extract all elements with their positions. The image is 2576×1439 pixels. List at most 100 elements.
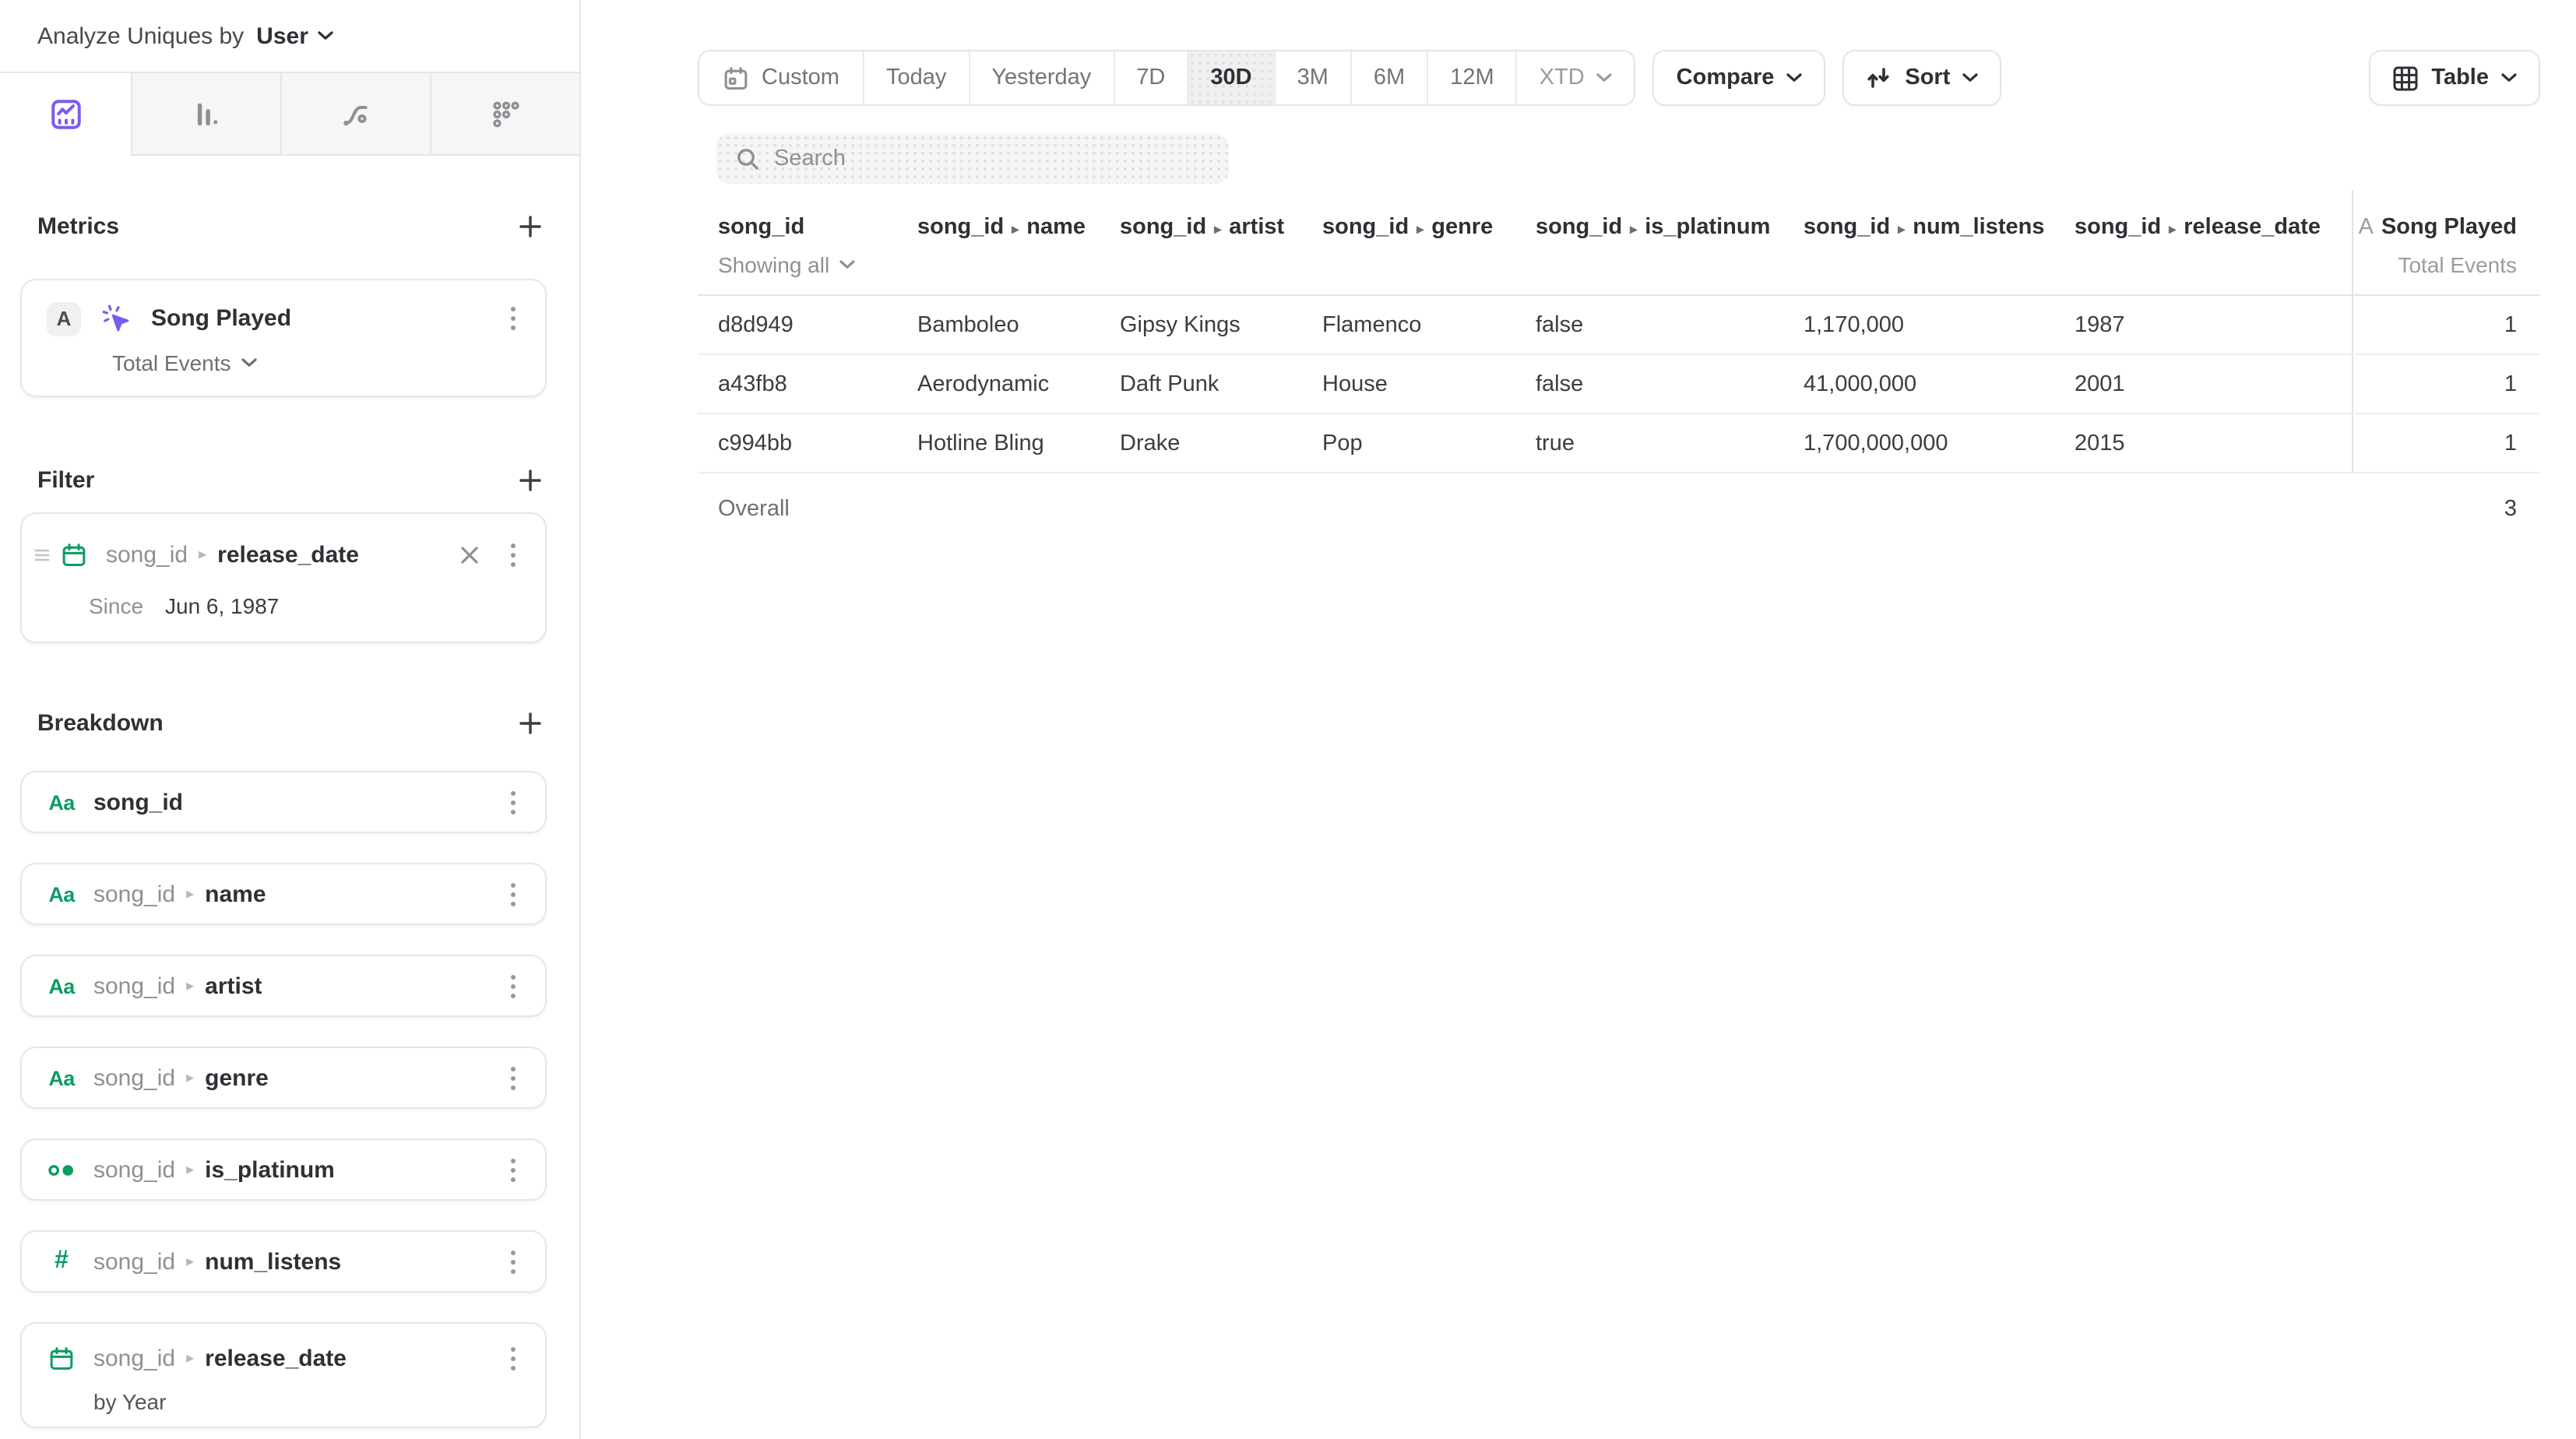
metric-header-letter: A xyxy=(2359,215,2374,240)
column-header-metric[interactable]: ASong Played Total Events xyxy=(2352,190,2540,294)
date-range-custom[interactable]: Custom xyxy=(699,51,863,104)
cell-song_id-num_listens: 1,700,000,000 xyxy=(1804,431,2075,456)
metric-card[interactable]: A Song Played Total Events xyxy=(20,279,547,397)
column-header-song_id-artist[interactable]: song_id▸artist xyxy=(1120,190,1322,294)
insights-icon xyxy=(48,96,83,132)
breakdown-menu-button[interactable] xyxy=(503,1244,523,1279)
overall-value: 3 xyxy=(2352,473,2540,545)
header-text: genre xyxy=(1431,215,1493,240)
date-range-6m[interactable]: 6M xyxy=(1350,51,1427,104)
date-range-12m[interactable]: 12M xyxy=(1427,51,1515,104)
cell-metric-value: 1 xyxy=(2352,414,2540,472)
column-header-song_id-num_listens[interactable]: song_id▸num_listens xyxy=(1804,190,2075,294)
showing-all-dropdown[interactable]: Showing all xyxy=(718,252,917,277)
breakdown-card-num_listens[interactable]: #song_id▸num_listens xyxy=(20,1230,547,1293)
search-box[interactable] xyxy=(716,134,1229,184)
remove-filter-button[interactable] xyxy=(455,540,484,570)
table-row: c994bbHotline BlingDrakePoptrue1,700,000… xyxy=(698,414,2540,473)
breakdown-property: Aasong_id▸genre xyxy=(47,1060,523,1096)
column-header-song_id-name[interactable]: song_id▸name xyxy=(917,190,1120,294)
breakdown-card-artist[interactable]: Aasong_id▸artist xyxy=(20,955,547,1017)
header-text: artist xyxy=(1229,215,1284,240)
breakdown-card-genre[interactable]: Aasong_id▸genre xyxy=(20,1047,547,1109)
breakdown-card-song_id[interactable]: Aasong_id xyxy=(20,771,547,833)
add-filter-button[interactable] xyxy=(519,468,542,491)
date-range-today[interactable]: Today xyxy=(863,51,968,104)
column-header-song_id[interactable]: song_id Showing all xyxy=(698,190,917,294)
breakdown-menu-button[interactable] xyxy=(503,876,523,912)
tab-bars[interactable] xyxy=(131,73,280,156)
breakdown-property: song_id▸is_platinum xyxy=(47,1152,523,1187)
tab-insights[interactable] xyxy=(0,73,131,156)
column-header-label: song_id▸artist xyxy=(1120,215,1322,240)
add-breakdown-button[interactable] xyxy=(519,711,542,734)
filter-operator-dropdown[interactable]: Since xyxy=(89,593,165,618)
tab-retention[interactable] xyxy=(430,73,579,156)
drag-handle-icon[interactable] xyxy=(34,548,50,562)
column-header-song_id-is_platinum[interactable]: song_id▸is_platinum xyxy=(1536,190,1804,294)
overall-label: Overall xyxy=(698,497,917,522)
column-header-label: song_id xyxy=(718,215,917,240)
query-builder-sidebar: Analyze Uniques by User Metrics A Song P… xyxy=(0,0,581,1439)
date-range-xtd[interactable]: XTD xyxy=(1516,51,1635,104)
date-range-7d[interactable]: 7D xyxy=(1113,51,1187,104)
filter-property-name: release_date xyxy=(217,542,359,568)
filter-condition-row: Since Jun 6, 1987 xyxy=(89,593,523,618)
date-range-30d[interactable]: 30D xyxy=(1187,51,1273,104)
chevron-down-icon xyxy=(1786,73,1802,83)
breakdown-list: Aasong_idAasong_id▸nameAasong_id▸artistA… xyxy=(0,771,579,1428)
property-type-text-icon: Aa xyxy=(47,790,76,814)
breakdown-menu-button[interactable] xyxy=(503,1060,523,1096)
analyze-entity-dropdown[interactable]: User xyxy=(256,23,333,49)
breakdown-card-is_platinum[interactable]: song_id▸is_platinum xyxy=(20,1138,547,1201)
filter-value[interactable]: Jun 6, 1987 xyxy=(165,593,279,618)
search-input[interactable] xyxy=(774,146,1210,171)
cell-metric-value: 1 xyxy=(2352,296,2540,354)
breakdown-card-name[interactable]: Aasong_id▸name xyxy=(20,863,547,925)
breakdown-card-release_date[interactable]: song_id▸release_dateby Year xyxy=(20,1322,547,1428)
breakdown-menu-button[interactable] xyxy=(503,968,523,1004)
add-metric-button[interactable] xyxy=(519,214,542,237)
chevron-down-icon xyxy=(318,31,333,40)
date-range-3m[interactable]: 3M xyxy=(1274,51,1350,104)
date-range-label: 3M xyxy=(1297,65,1328,90)
compare-button[interactable]: Compare xyxy=(1653,50,1826,106)
filter-card[interactable]: song_id ▸ release_date Since Jun 6, 1987 xyxy=(20,512,547,643)
property-arrow-icon: ▸ xyxy=(1416,221,1423,237)
date-range-label: XTD xyxy=(1540,65,1585,90)
property-arrow-icon: ▸ xyxy=(186,1350,194,1367)
breakdown-menu-button[interactable] xyxy=(503,784,523,820)
cell-song_id-num_listens: 41,000,000 xyxy=(1804,371,2075,396)
analyze-entity-value: User xyxy=(256,23,308,49)
cell-song_id-is_platinum: false xyxy=(1536,312,1804,337)
breakdown-menu-button[interactable] xyxy=(503,1341,523,1377)
breakdown-bucket-label: by Year xyxy=(93,1389,523,1414)
column-header-song_id-release_date[interactable]: song_id▸release_date xyxy=(2075,190,2352,294)
header-text: song_id xyxy=(1322,215,1409,240)
property-arrow-icon: ▸ xyxy=(1214,221,1221,237)
table-row: a43fb8AerodynamicDaft PunkHousefalse41,0… xyxy=(698,355,2540,414)
property-arrow-icon: ▸ xyxy=(186,1253,194,1270)
property-arrow-icon: ▸ xyxy=(199,547,206,564)
tab-flows[interactable] xyxy=(280,73,430,156)
metric-menu-button[interactable] xyxy=(503,301,523,336)
aggregation-dropdown[interactable]: Total Events xyxy=(112,350,523,375)
header-text: song_id xyxy=(718,215,804,240)
header-text: song_id xyxy=(2075,215,2161,240)
cell-song_id-is_platinum: false xyxy=(1536,371,1804,396)
cell-song_id: c994bb xyxy=(698,431,917,456)
showing-all-label: Showing all xyxy=(718,252,829,277)
property-type-text-icon: Aa xyxy=(47,1066,76,1089)
metrics-title: Metrics xyxy=(37,213,119,239)
filter-menu-button[interactable] xyxy=(503,537,523,573)
chart-view-dropdown[interactable]: Table xyxy=(2369,50,2540,106)
property-name: name xyxy=(205,881,266,907)
date-range-yesterday[interactable]: Yesterday xyxy=(968,51,1113,104)
property-parent: song_id xyxy=(93,1346,175,1372)
sort-button[interactable]: Sort xyxy=(1842,50,2001,106)
filter-property-parent: song_id xyxy=(106,542,188,568)
report-main: CustomTodayYesterday7D30D 3M 6M12M XTD Comp… xyxy=(581,0,2576,1439)
column-header-song_id-genre[interactable]: song_id ▸ genre xyxy=(1322,190,1536,294)
breakdown-menu-button[interactable] xyxy=(503,1152,523,1187)
property-type-text-icon: Aa xyxy=(47,974,76,997)
